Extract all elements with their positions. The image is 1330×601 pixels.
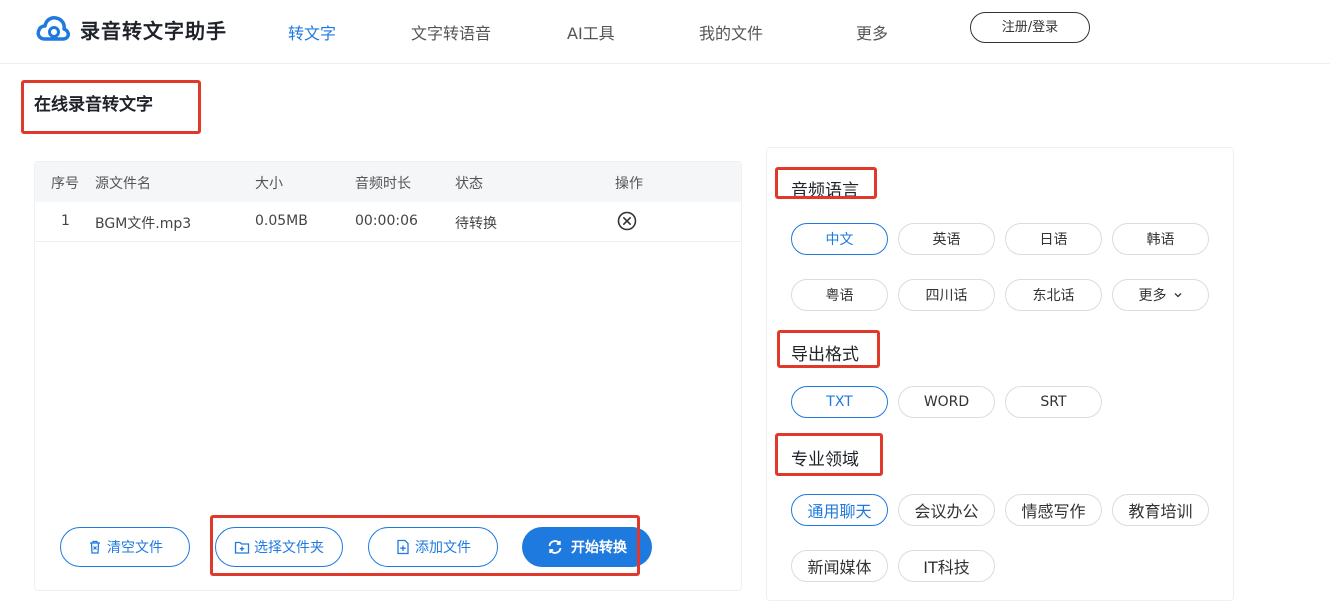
logo[interactable]: 录音转文字助手	[36, 14, 227, 44]
trash-icon	[90, 540, 100, 554]
language-option-korean[interactable]: 韩语	[1112, 223, 1209, 255]
domain-option-emotional-writing[interactable]: 情感写作	[1005, 494, 1102, 526]
table-row: 1 BGM文件.mp3 0.05MB 00:00:06 待转换	[35, 202, 741, 242]
domain-option-education[interactable]: 教育培训	[1112, 494, 1209, 526]
column-header-status: 状态	[455, 176, 483, 192]
format-option-word[interactable]: WORD	[898, 386, 995, 418]
highlight-box-format	[777, 330, 880, 368]
settings-panel: 音频语言 中文 英语 日语 韩语 粤语 四川话 东北话 更多 导出格式 TXT …	[766, 147, 1234, 601]
language-more-dropdown[interactable]: 更多	[1112, 279, 1209, 311]
domain-option-general-chat[interactable]: 通用聊天	[791, 494, 888, 526]
language-option-english[interactable]: 英语	[898, 223, 995, 255]
format-option-srt[interactable]: SRT	[1005, 386, 1102, 418]
column-header-index: 序号	[51, 176, 79, 192]
app-name: 录音转文字助手	[80, 18, 227, 43]
language-option-japanese[interactable]: 日语	[1005, 223, 1102, 255]
highlight-box-language	[775, 167, 877, 199]
format-option-txt[interactable]: TXT	[791, 386, 888, 418]
clear-files-button[interactable]: 清空文件	[60, 527, 190, 567]
row-status: 待转换	[455, 216, 497, 232]
language-more-label: 更多	[1138, 288, 1167, 304]
language-option-chinese[interactable]: 中文	[791, 223, 888, 255]
clear-files-label: 清空文件	[107, 540, 163, 556]
row-size: 0.05MB	[255, 213, 308, 229]
row-duration: 00:00:06	[355, 213, 418, 229]
domain-option-it-tech[interactable]: IT科技	[898, 550, 995, 582]
remove-file-icon[interactable]	[617, 211, 637, 231]
domain-option-news-media[interactable]: 新闻媒体	[791, 550, 888, 582]
cloud-logo-icon	[36, 16, 70, 41]
highlight-box-title	[21, 80, 201, 134]
language-option-cantonese[interactable]: 粤语	[791, 279, 888, 311]
highlight-box-domain	[775, 433, 883, 476]
chevron-down-icon	[1174, 293, 1181, 298]
language-option-northeastern[interactable]: 东北话	[1005, 279, 1102, 311]
top-header: 录音转文字助手 转文字 文字转语音 AI工具 我的文件 更多 注册/登录	[0, 0, 1330, 64]
column-header-filename: 源文件名	[95, 176, 151, 192]
nav-my-files[interactable]: 我的文件	[699, 20, 763, 44]
language-option-sichuanese[interactable]: 四川话	[898, 279, 995, 311]
nav-ai-tools[interactable]: AI工具	[567, 20, 615, 44]
login-button[interactable]: 注册/登录	[970, 12, 1090, 43]
row-index: 1	[61, 213, 70, 229]
nav-speech-to-text[interactable]: 转文字	[288, 20, 336, 44]
column-header-action: 操作	[615, 176, 643, 192]
nav-more[interactable]: 更多	[856, 20, 888, 44]
nav-text-to-speech[interactable]: 文字转语音	[411, 20, 491, 44]
column-header-size: 大小	[255, 176, 283, 192]
row-filename: BGM文件.mp3	[95, 216, 192, 232]
domain-option-meeting-office[interactable]: 会议办公	[898, 494, 995, 526]
highlight-box-actions	[210, 515, 640, 576]
column-header-duration: 音频时长	[355, 176, 411, 192]
table-header: 序号 源文件名 大小 音频时长 状态 操作	[35, 162, 741, 202]
